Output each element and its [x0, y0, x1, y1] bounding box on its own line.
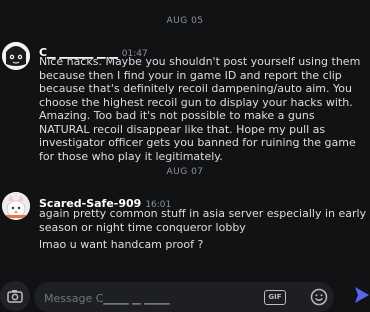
message-composer: Message C▁▁▁ ▁ ▁▁▁ GIF [0, 280, 370, 312]
emoji-icon[interactable] [310, 288, 328, 306]
message-1[interactable]: C▁ ▁▁▁▁ ▁ ▁ 01:47 Nice hacks. Maybe you s… [0, 38, 370, 163]
camera-button[interactable] [0, 281, 30, 311]
gif-button[interactable]: GIF [264, 290, 286, 305]
message-text-followup: lmao u want handcam proof ? [39, 238, 204, 251]
date-divider-aug07: AUG 07 [166, 167, 204, 177]
avatar[interactable] [2, 192, 30, 220]
avatar[interactable] [2, 42, 30, 70]
message-input-placeholder: Message C▁▁▁ ▁ ▁▁▁ [44, 292, 170, 305]
send-icon[interactable] [354, 286, 370, 304]
camera-icon [7, 290, 23, 303]
message-input[interactable]: Message C▁▁▁ ▁ ▁▁▁ GIF [34, 282, 334, 312]
date-divider-aug05: AUG 05 [166, 16, 204, 26]
message-2[interactable]: Scared-Safe-909 16:01 again pretty common… [0, 188, 370, 263]
message-text: again pretty common stuff in asia server… [39, 207, 367, 234]
message-text: Nice hacks. Maybe you shouldn't post you… [39, 55, 361, 163]
